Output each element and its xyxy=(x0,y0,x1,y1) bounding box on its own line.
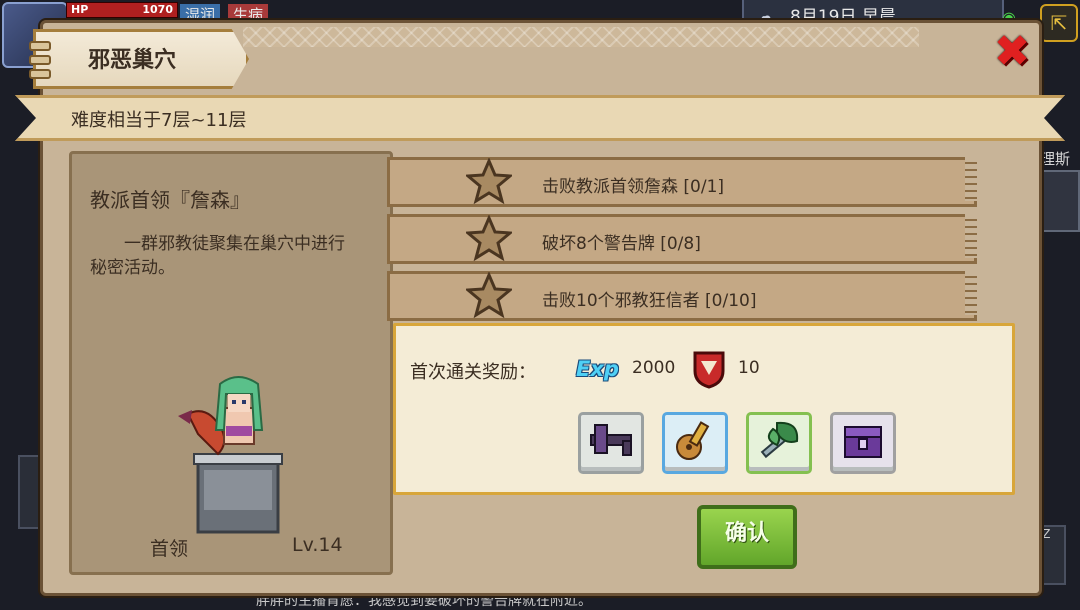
objective-text: 击败10个邪教狂信者 [0/10] xyxy=(542,291,757,311)
confirm-button[interactable]: 确认 xyxy=(697,505,797,569)
side-label: 理斯 xyxy=(1040,150,1071,168)
reward-item-slot[interactable] xyxy=(578,412,644,474)
hp-value: 1070 xyxy=(142,3,173,16)
objective-text: 击败教派首领詹森 [0/1] xyxy=(542,177,725,197)
boss-description: 一群邪教徒聚集在巢穴中进行秘密活动。 xyxy=(90,234,345,278)
difficulty-banner: 难度相当于7层~11层 xyxy=(15,95,1065,141)
objective-row: 击败10个邪教狂信者 [0/10] xyxy=(387,271,977,321)
dialog-title: 邪恶巢穴 xyxy=(88,48,177,73)
shield-value: 10 xyxy=(738,358,760,378)
boss-level: Lv.14 xyxy=(292,534,343,556)
dark-crossbow-icon xyxy=(590,424,632,456)
reward-item-slot[interactable] xyxy=(830,412,896,474)
binder-rings-icon xyxy=(29,41,51,79)
hp-bar: HP 1070 xyxy=(66,2,178,18)
reward-item-slot[interactable] xyxy=(662,412,728,474)
objective-text: 破坏8个警告牌 [0/8] xyxy=(542,234,701,254)
star-icon xyxy=(466,272,512,318)
exp-value: 2000 xyxy=(632,358,676,378)
lute-icon xyxy=(676,421,710,460)
exp-icon: Exp xyxy=(576,357,619,381)
shield-icon xyxy=(693,351,725,389)
boss-name: 教派首领『詹森』 xyxy=(90,188,250,212)
objective-row: 破坏8个警告牌 [0/8] xyxy=(387,214,977,264)
decorative-strip xyxy=(243,27,919,47)
star-icon xyxy=(466,215,512,261)
dungeon-dialog: 邪恶巢穴 ✖ 难度相当于7层~11层 教派首领『詹森』 一群邪教徒聚集在巢穴中进… xyxy=(15,20,1065,596)
side-device-icon[interactable] xyxy=(1036,170,1080,232)
objective-list: 击败教派首领詹森 [0/1] 破坏8个警告牌 [0/8] 击败10个邪教狂信者 … xyxy=(387,157,977,328)
boss-role-label: 首领 xyxy=(150,538,189,560)
leaf-axe-icon xyxy=(760,421,799,459)
reward-item-slot[interactable] xyxy=(746,412,812,474)
hp-label: HP xyxy=(71,3,89,16)
reward-label: 首次通关奖励： xyxy=(410,362,536,383)
close-button[interactable]: ✖ xyxy=(989,29,1035,75)
boss-sprite-icon xyxy=(178,376,283,534)
star-icon xyxy=(466,158,512,204)
exit-icon[interactable]: ⇱ xyxy=(1040,4,1078,42)
objective-row: 击败教派首领詹森 [0/1] xyxy=(387,157,977,207)
title-tab: 邪恶巢穴 xyxy=(33,29,249,89)
boss-panel: 教派首领『詹森』 一群邪教徒聚集在巢穴中进行秘密活动。 首领 Lv.14 xyxy=(69,151,393,575)
purple-chest-icon xyxy=(844,426,882,458)
first-clear-reward-panel: 首次通关奖励： Exp 2000 10 xyxy=(393,323,1015,495)
difficulty-text: 难度相当于7层~11层 xyxy=(71,110,247,131)
